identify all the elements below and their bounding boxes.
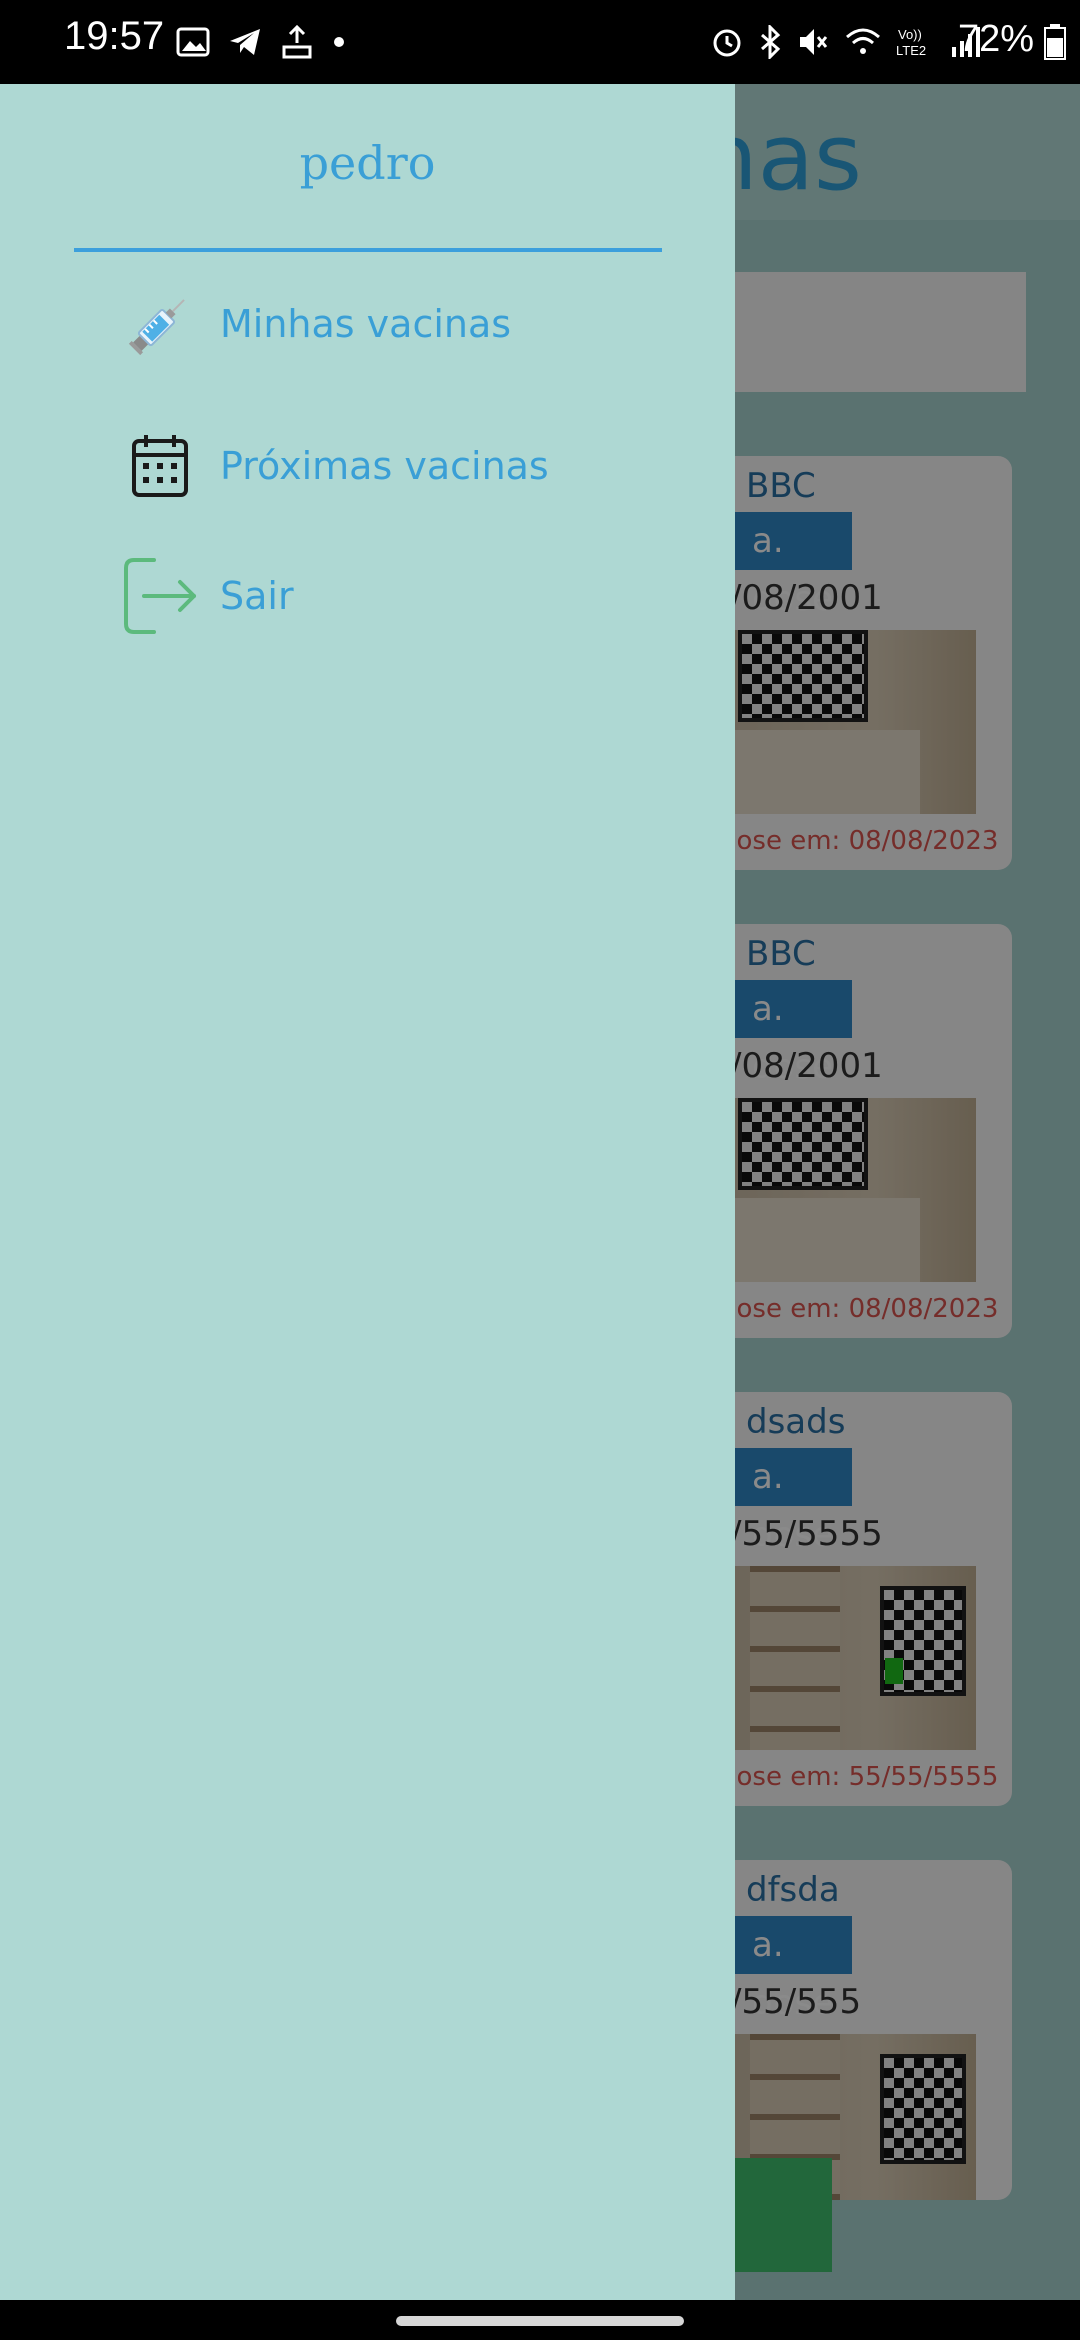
syringe-icon — [120, 284, 200, 364]
drawer-item-sair[interactable]: Sair — [120, 546, 680, 646]
home-gesture-handle[interactable] — [396, 2316, 684, 2326]
telegram-icon — [230, 29, 260, 55]
logout-icon — [120, 556, 200, 636]
navigation-drawer: pedro Minhas vacinas Próximas vacinas Sa… — [0, 84, 735, 2300]
mute-icon — [800, 29, 828, 55]
battery-icon — [1044, 24, 1066, 60]
dot-icon — [334, 37, 344, 47]
image-icon — [176, 27, 210, 57]
svg-text:Vo)): Vo)) — [898, 27, 922, 42]
drawer-item-label: Próximas vacinas — [220, 444, 549, 488]
navigation-bar — [0, 2300, 1080, 2340]
bluetooth-icon — [761, 25, 781, 59]
drawer-item-label: Minhas vacinas — [220, 302, 512, 346]
status-right-icons: Vo)) LTE2 — [710, 22, 980, 62]
drawer-item-proximas-vacinas[interactable]: Próximas vacinas — [120, 416, 680, 516]
status-time: 19:57 — [64, 14, 165, 58]
drawer-username: pedro — [299, 136, 436, 190]
drawer-item-minhas-vacinas[interactable]: Minhas vacinas — [120, 274, 680, 374]
battery-percentage: 72% — [957, 18, 1034, 60]
status-bar: 19:57 Vo)) LTE2 72% — [0, 0, 1080, 84]
wifi-icon — [846, 28, 880, 54]
drawer-item-label: Sair — [220, 574, 294, 618]
alarm-icon — [713, 29, 741, 57]
calendar-icon — [120, 426, 200, 506]
drawer-divider — [74, 248, 662, 252]
upload-icon — [282, 25, 312, 59]
volte-icon: Vo)) LTE2 — [896, 27, 926, 58]
status-left-icons — [176, 22, 346, 62]
svg-text:LTE2: LTE2 — [896, 43, 926, 58]
